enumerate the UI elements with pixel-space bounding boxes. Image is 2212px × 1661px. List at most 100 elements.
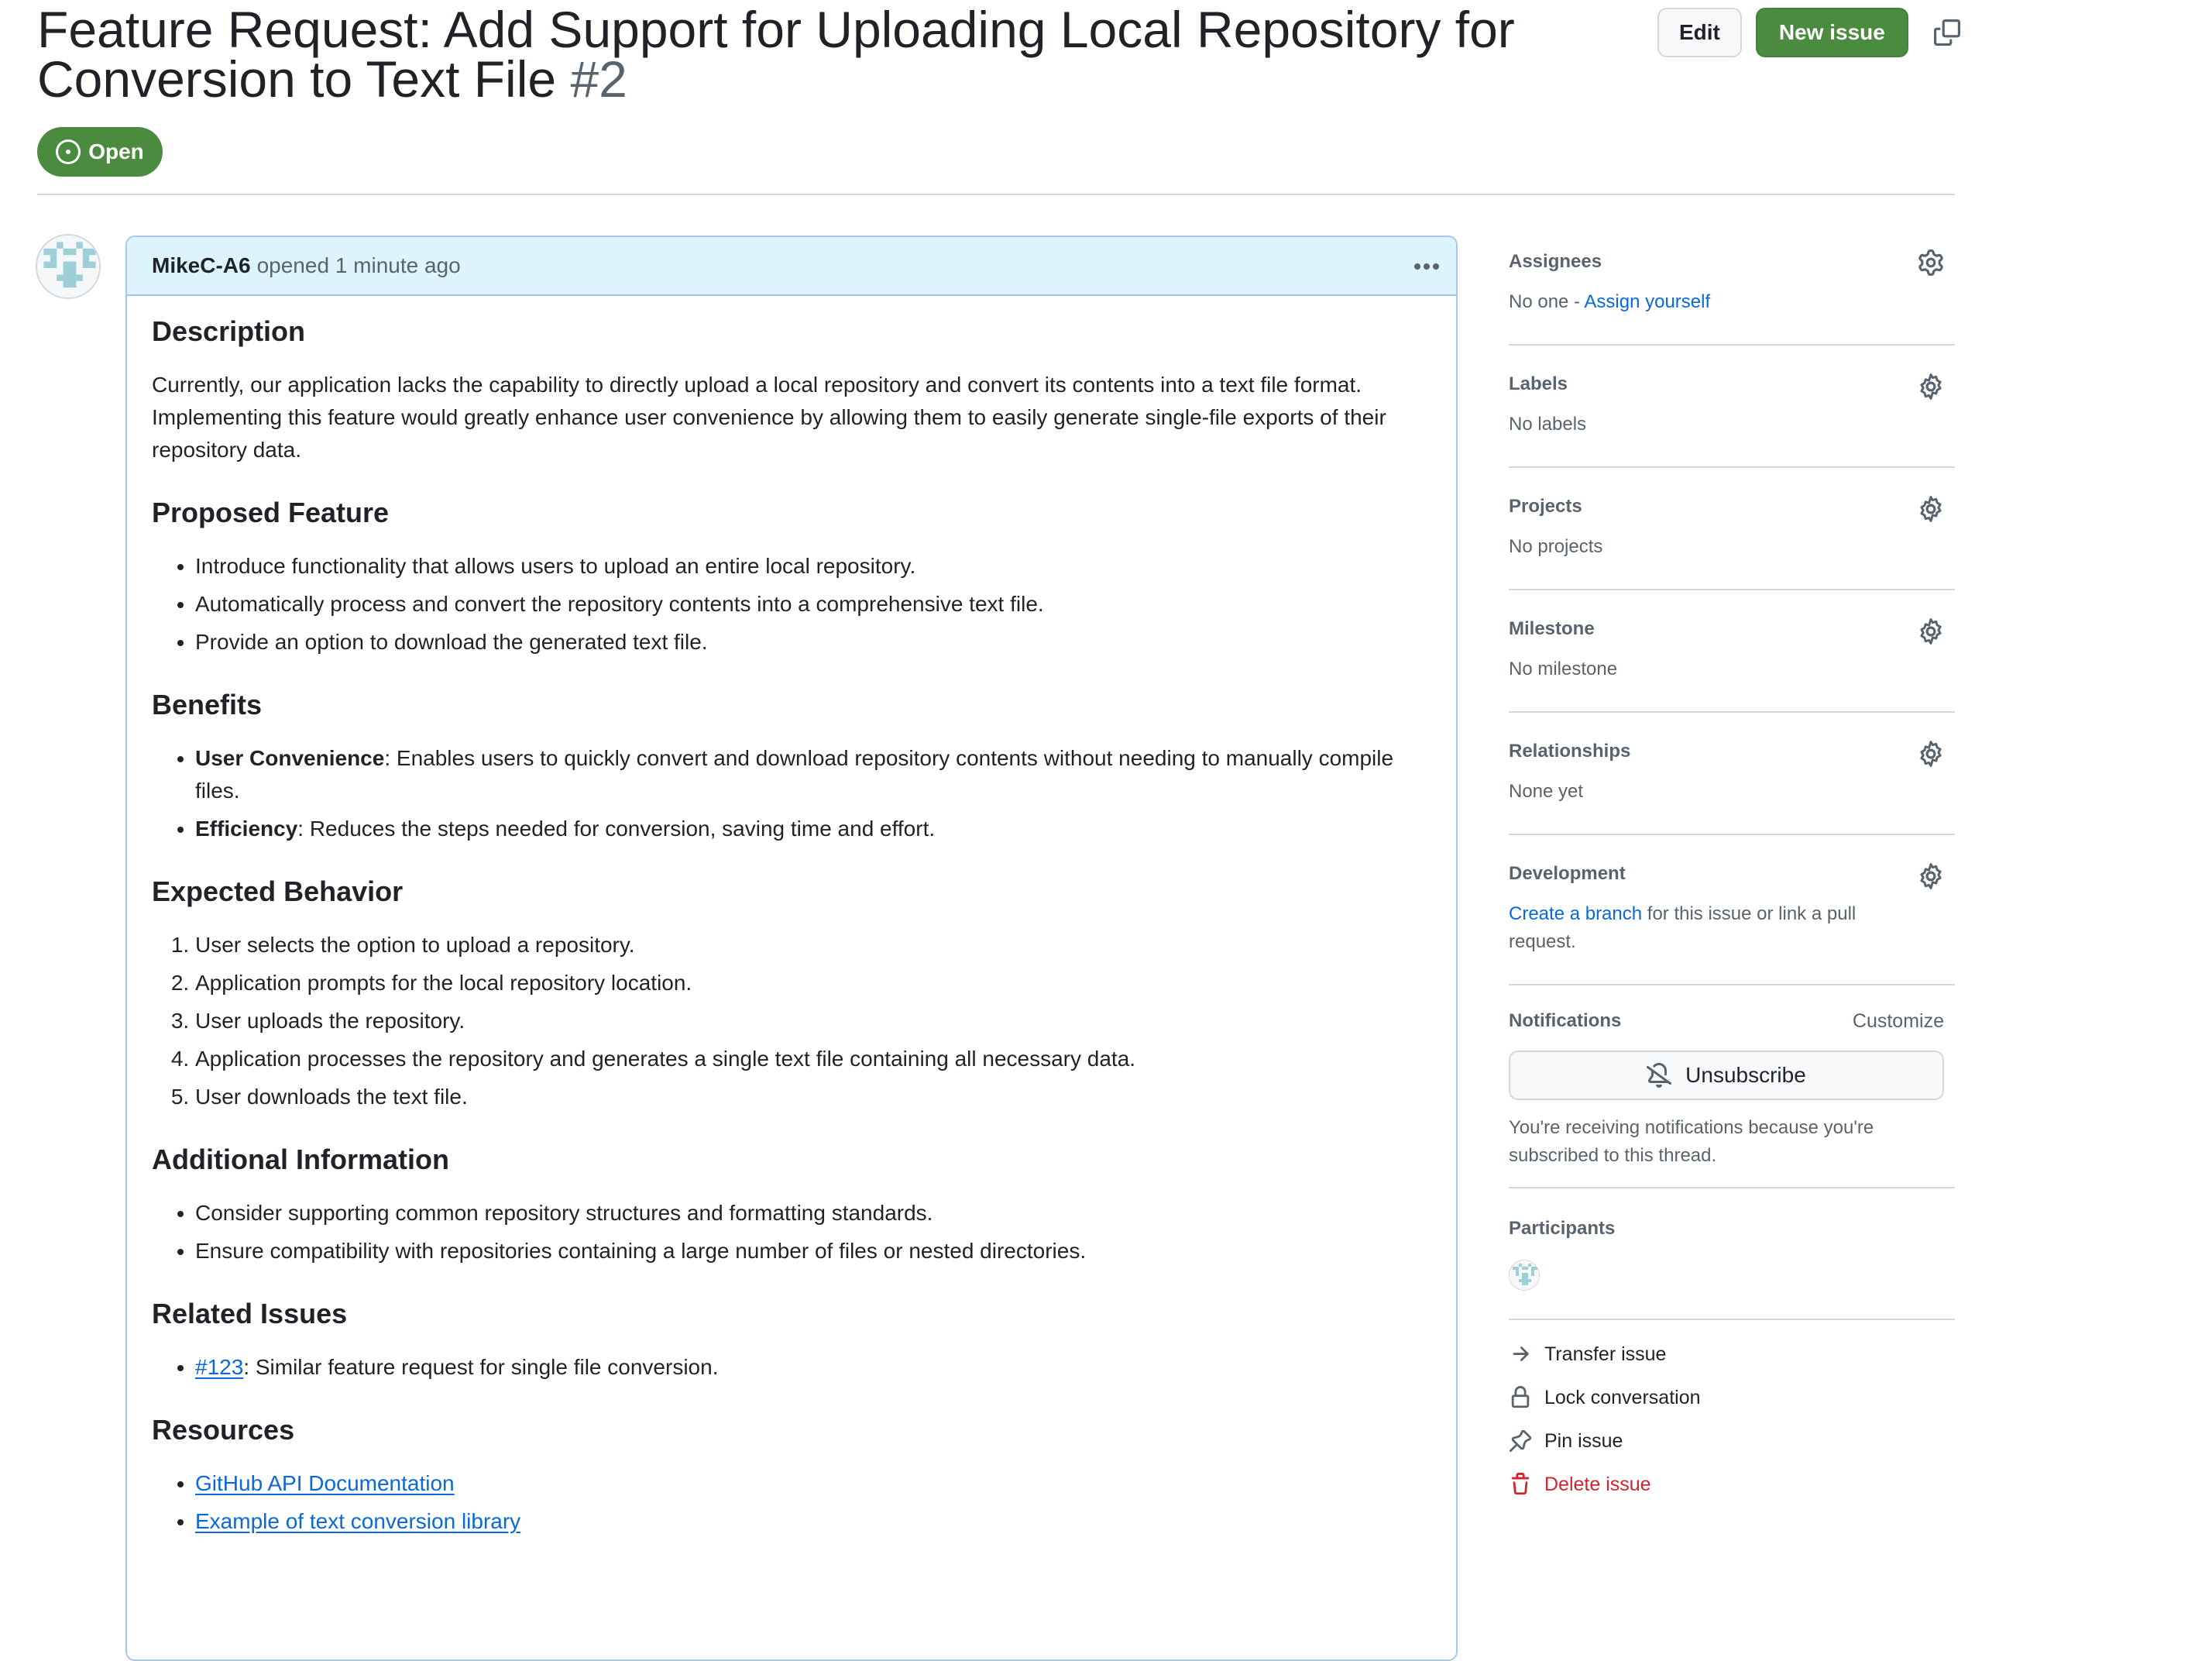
- sidebar-participants: Participants: [1509, 1188, 1955, 1320]
- list-item: User downloads the text file.: [195, 1081, 1431, 1113]
- sidebar-labels: Labels No labels: [1509, 346, 1955, 468]
- list-item: User uploads the repository.: [195, 1005, 1431, 1037]
- transfer-issue-label: Transfer issue: [1544, 1343, 1667, 1365]
- development-heading: Development: [1509, 863, 1626, 884]
- comment-author[interactable]: MikeC-A6: [152, 253, 251, 278]
- sidebar-milestone: Milestone No milestone: [1509, 590, 1955, 713]
- unsubscribe-label: Unsubscribe: [1685, 1063, 1806, 1087]
- customize-link[interactable]: Customize: [1853, 1007, 1944, 1035]
- kebab-menu-icon[interactable]: [1411, 251, 1442, 282]
- list-item: Example of text conversion library: [195, 1505, 1431, 1538]
- heading-additional-information: Additional Information: [152, 1143, 449, 1175]
- resource-link-github-api[interactable]: GitHub API Documentation: [195, 1471, 455, 1495]
- heading-proposed-feature: Proposed Feature: [152, 497, 390, 528]
- assignees-heading: Assignees: [1509, 251, 1602, 272]
- heading-related-issues: Related Issues: [152, 1298, 348, 1329]
- list-item: GitHub API Documentation: [195, 1467, 1431, 1500]
- trash-icon: [1511, 1473, 1530, 1495]
- milestone-gear-icon[interactable]: [1918, 618, 1944, 645]
- bell-slash-icon: [1647, 1063, 1672, 1088]
- description-text: Currently, our application lacks the cap…: [152, 373, 1386, 462]
- issue-comment: MikeC-A6 opened 1 minute ago Description…: [125, 236, 1458, 1661]
- related-issue-link[interactable]: #123: [195, 1355, 243, 1379]
- comment-header: MikeC-A6 opened 1 minute ago: [127, 237, 1456, 296]
- resource-link-text-conversion[interactable]: Example of text conversion library: [195, 1509, 520, 1533]
- pin-issue-action[interactable]: Pin issue: [1509, 1419, 1955, 1463]
- list-item: Consider supporting common repository st…: [195, 1197, 1431, 1229]
- pin-icon: [1509, 1429, 1532, 1453]
- pin-issue-label: Pin issue: [1544, 1429, 1623, 1452]
- issue-title: Feature Request: Add Support for Uploadi…: [37, 4, 1578, 105]
- list-item: Application prompts for the local reposi…: [195, 967, 1431, 999]
- create-branch-link[interactable]: Create a branch: [1509, 903, 1642, 924]
- lock-conversation-label: Lock conversation: [1544, 1386, 1701, 1408]
- sidebar-development: Development Create a branch for this iss…: [1509, 835, 1955, 985]
- development-value: Create a branch for this issue or link a…: [1509, 900, 1911, 956]
- list-item: #123: Similar feature request for single…: [195, 1351, 1431, 1384]
- projects-value: No projects: [1509, 536, 1603, 557]
- issue-number: #2: [570, 50, 627, 108]
- resources-list: GitHub API Documentation Example of text…: [152, 1467, 1431, 1538]
- author-avatar[interactable]: [36, 234, 101, 299]
- benefit-title: User Convenience: [195, 746, 385, 770]
- labels-heading: Labels: [1509, 373, 1568, 394]
- labels-gear-icon[interactable]: [1918, 373, 1944, 400]
- expected-behavior-list: User selects the option to upload a repo…: [152, 929, 1431, 1113]
- delete-issue-label: Delete issue: [1544, 1473, 1651, 1495]
- status-badge: Open: [37, 127, 163, 177]
- heading-resources: Resources: [152, 1414, 295, 1446]
- benefit-title: Efficiency: [195, 817, 298, 841]
- sidebar-actions: Transfer issue Lock conversation Pin iss…: [1509, 1320, 1955, 1506]
- benefit-text: : Reduces the steps needed for conversio…: [297, 817, 936, 841]
- notifications-header-row: Notifications Customize: [1509, 1007, 1944, 1035]
- issue-open-icon: [56, 139, 81, 164]
- header-actions: Edit New issue: [1657, 8, 1966, 57]
- sidebar-notifications: Notifications Customize Unsubscribe You'…: [1509, 985, 1955, 1188]
- assignees-value: No one - Assign yourself: [1509, 288, 1955, 316]
- copy-icon[interactable]: [1929, 14, 1966, 51]
- list-item: User selects the option to upload a repo…: [195, 929, 1431, 961]
- list-item: Efficiency: Reduces the steps needed for…: [195, 813, 1431, 845]
- additional-information-list: Consider supporting common repository st…: [152, 1197, 1431, 1267]
- participants-heading: Participants: [1509, 1218, 1616, 1239]
- heading-description: Description: [152, 315, 306, 347]
- assign-yourself-link[interactable]: Assign yourself: [1584, 291, 1710, 312]
- related-issue-text: : Similar feature request for single fil…: [243, 1355, 719, 1379]
- development-gear-icon[interactable]: [1918, 863, 1944, 889]
- lock-icon: [1511, 1386, 1530, 1408]
- new-issue-button[interactable]: New issue: [1755, 8, 1908, 57]
- issue-title-text: Feature Request: Add Support for Uploadi…: [37, 1, 1515, 108]
- notifications-heading: Notifications: [1509, 1010, 1622, 1031]
- relationships-gear-icon[interactable]: [1918, 741, 1944, 767]
- list-item: Ensure compatibility with repositories c…: [195, 1235, 1431, 1267]
- notifications-note: You're receiving notifications because y…: [1509, 1117, 1874, 1166]
- projects-gear-icon[interactable]: [1918, 496, 1944, 522]
- projects-heading: Projects: [1509, 496, 1582, 517]
- list-item: Introduce functionality that allows user…: [195, 550, 1431, 583]
- relationships-heading: Relationships: [1509, 741, 1631, 762]
- list-item: Automatically process and convert the re…: [195, 588, 1431, 621]
- lock-conversation-action[interactable]: Lock conversation: [1509, 1376, 1955, 1419]
- edit-button[interactable]: Edit: [1657, 8, 1742, 57]
- participant-avatar[interactable]: [1509, 1260, 1540, 1291]
- comment-body: Description Currently, our application l…: [127, 296, 1456, 1538]
- heading-benefits: Benefits: [152, 689, 263, 720]
- heading-expected-behavior: Expected Behavior: [152, 875, 404, 907]
- sidebar-projects: Projects No projects: [1509, 468, 1955, 590]
- sidebar-assignees: Assignees No one - Assign yourself: [1509, 236, 1955, 346]
- related-issues-list: #123: Similar feature request for single…: [152, 1351, 1431, 1384]
- list-item: Application processes the repository and…: [195, 1043, 1431, 1075]
- delete-issue-action[interactable]: Delete issue: [1509, 1463, 1955, 1506]
- relationships-value: None yet: [1509, 781, 1584, 802]
- milestone-value: No milestone: [1509, 659, 1618, 679]
- list-item: User Convenience: Enables users to quick…: [195, 742, 1431, 807]
- issue-sidebar: Assignees No one - Assign yourself Label…: [1509, 236, 1955, 1506]
- unsubscribe-button[interactable]: Unsubscribe: [1509, 1051, 1944, 1100]
- comment-timestamp[interactable]: opened 1 minute ago: [257, 253, 461, 278]
- arrow-right-icon: [1513, 1346, 1529, 1361]
- assignees-gear-icon[interactable]: [1918, 249, 1944, 276]
- transfer-issue-action[interactable]: Transfer issue: [1509, 1333, 1955, 1376]
- sidebar-relationships: Relationships None yet: [1509, 713, 1955, 835]
- header-divider: [37, 194, 1955, 195]
- proposed-feature-list: Introduce functionality that allows user…: [152, 550, 1431, 659]
